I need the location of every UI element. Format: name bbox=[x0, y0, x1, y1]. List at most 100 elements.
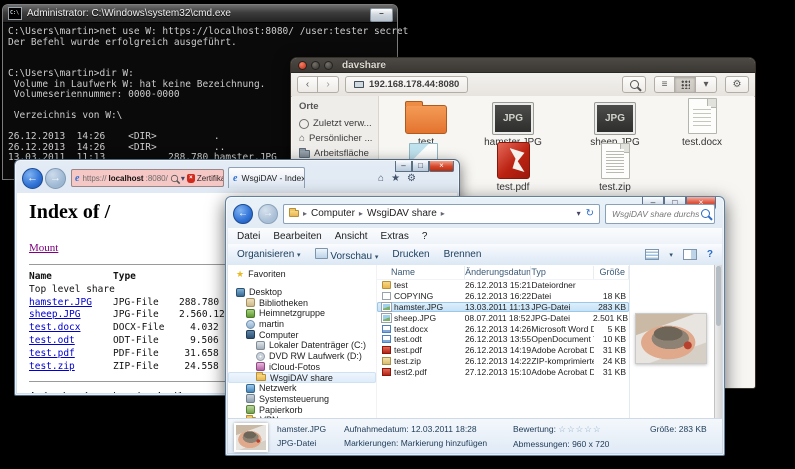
menu-datei[interactable]: Datei bbox=[237, 231, 260, 242]
table-row[interactable]: test.docx26.12.2013 14:26Microsoft Word … bbox=[377, 323, 629, 334]
table-row[interactable]: test26.12.2013 15:21Dateiordner bbox=[377, 280, 629, 291]
file-item-test-pdf[interactable]: test.pdf bbox=[470, 143, 556, 193]
grid-view-button[interactable] bbox=[675, 76, 696, 93]
file-link[interactable]: sheep.JPG bbox=[29, 309, 80, 320]
search-icon[interactable] bbox=[171, 174, 178, 181]
table-row-selected[interactable]: hamster.JPG13.03.2011 11:13JPG-Datei283 … bbox=[377, 302, 629, 313]
tree-item-systemsteuerung[interactable]: Systemsteuerung bbox=[228, 394, 376, 405]
menu-extras[interactable]: Extras bbox=[381, 231, 409, 242]
photos-icon bbox=[256, 362, 265, 371]
file-item-hamster-jpg[interactable]: JPG hamster.JPG bbox=[470, 98, 556, 148]
window-minimize-icon[interactable] bbox=[311, 61, 320, 70]
window-minimize-button[interactable]: – bbox=[395, 161, 412, 172]
tree-item-icloud-fotos[interactable]: iCloud-Fotos bbox=[228, 362, 376, 373]
chevron-down-icon[interactable]: ▾ bbox=[669, 251, 673, 259]
certificate-error-text[interactable]: Zertifikatfe... bbox=[197, 174, 224, 183]
settings-button[interactable]: ⚙ bbox=[725, 76, 749, 93]
file-item-test-docx[interactable]: test.docx bbox=[659, 98, 745, 148]
location-bar[interactable]: 192.168.178.44:8080 bbox=[345, 76, 468, 93]
home-icon[interactable]: ⌂ bbox=[378, 173, 384, 184]
search-input[interactable] bbox=[610, 208, 701, 220]
tree-item-lokaler-datentraeger[interactable]: Lokaler Datenträger (C:) bbox=[228, 340, 376, 351]
details-tags[interactable]: Markierungen: Markierung hinzufügen bbox=[344, 438, 504, 448]
sidebar-item-home[interactable]: ⌂ Persönlicher ... bbox=[292, 131, 378, 146]
favorites-star-icon[interactable]: ★ bbox=[391, 173, 400, 184]
back-button[interactable]: ‹ bbox=[297, 76, 318, 93]
address-dropdown-icon[interactable]: ▾ bbox=[577, 209, 581, 218]
davshare-titlebar[interactable]: davshare bbox=[291, 58, 755, 73]
forward-button[interactable]: → bbox=[258, 204, 278, 224]
cmd-minimize-button[interactable]: – bbox=[370, 8, 393, 22]
organisieren-button[interactable]: Organisieren ▾ bbox=[237, 249, 301, 260]
scrollbar-thumb[interactable] bbox=[716, 266, 721, 326]
crumb-separator: ▸ bbox=[359, 209, 363, 218]
window-close-icon[interactable] bbox=[298, 61, 307, 70]
forward-button[interactable]: › bbox=[318, 76, 339, 93]
url-scheme: https:// bbox=[82, 174, 106, 183]
preview-icon bbox=[315, 248, 328, 259]
table-row[interactable]: test2.pdf27.12.2013 15:10Adobe Acrobat D… bbox=[377, 366, 629, 377]
cmd-titlebar[interactable]: Administrator: C:\Windows\system32\cmd.e… bbox=[3, 5, 397, 23]
breadcrumb-computer[interactable]: Computer bbox=[311, 208, 355, 219]
back-button[interactable]: ← bbox=[233, 204, 253, 224]
menu-ansicht[interactable]: Ansicht bbox=[335, 231, 368, 242]
change-view-icon[interactable] bbox=[645, 249, 659, 260]
mount-link[interactable]: Mount bbox=[29, 242, 58, 254]
tree-item-wsgidav-share[interactable]: WsgiDAV share bbox=[228, 372, 376, 383]
tree-item-heimnetzgruppe[interactable]: Heimnetzgruppe bbox=[228, 308, 376, 319]
menu-bearbeiten[interactable]: Bearbeiten bbox=[273, 231, 321, 242]
file-item-test[interactable]: test bbox=[383, 98, 469, 148]
tree-item-bibliotheken[interactable]: Bibliotheken bbox=[228, 297, 376, 308]
brennen-button[interactable]: Brennen bbox=[444, 249, 482, 260]
file-link[interactable]: test.odt bbox=[29, 335, 75, 346]
breadcrumb-address-bar[interactable]: ▸ Computer ▸ WsgiDAV share ▸ ▾ ↻ bbox=[283, 204, 600, 224]
view-options-dropdown[interactable]: ▾ bbox=[696, 76, 717, 93]
sidebar-item-recent[interactable]: Zuletzt verw... bbox=[292, 116, 378, 131]
refresh-icon[interactable]: ↻ bbox=[586, 208, 594, 219]
file-link[interactable]: test.zip bbox=[29, 361, 75, 372]
window-maximize-icon[interactable] bbox=[324, 61, 333, 70]
file-link[interactable]: test.docx bbox=[29, 322, 80, 333]
drucken-button[interactable]: Drucken bbox=[392, 249, 429, 260]
help-icon[interactable]: ? bbox=[707, 249, 713, 260]
search-button[interactable] bbox=[622, 76, 646, 93]
window-close-button[interactable]: × bbox=[429, 161, 454, 172]
column-header-size[interactable]: Größe bbox=[594, 266, 629, 279]
tree-item-desktop[interactable]: Desktop bbox=[228, 287, 376, 298]
column-header-date[interactable]: Änderungsdatum bbox=[465, 266, 531, 279]
rating-stars-icon[interactable]: ☆☆☆☆☆ bbox=[558, 424, 601, 434]
home-icon: ⌂ bbox=[299, 135, 305, 143]
table-row[interactable]: test.pdf26.12.2013 14:19Adobe Acrobat D.… bbox=[377, 345, 629, 356]
browser-back-button[interactable]: ← bbox=[22, 168, 43, 189]
table-row[interactable]: test.odt26.12.2013 13:55OpenDocument T..… bbox=[377, 334, 629, 345]
tools-gear-icon[interactable]: ⚙ bbox=[407, 173, 416, 184]
tree-item-papierkorb[interactable]: Papierkorb bbox=[228, 404, 376, 415]
odt-file-icon bbox=[382, 335, 391, 343]
preview-pane-toggle-icon[interactable] bbox=[683, 249, 697, 260]
browser-forward-button[interactable]: → bbox=[45, 168, 66, 189]
column-header-name[interactable]: Name bbox=[377, 266, 465, 279]
tree-item-dvd-laufwerk[interactable]: DVD RW Laufwerk (D:) bbox=[228, 351, 376, 362]
browser-tab[interactable]: e WsgiDAV - Index of / × bbox=[228, 167, 305, 188]
menu-hilfe[interactable]: ? bbox=[422, 231, 428, 242]
chevron-down-icon[interactable]: ▾ bbox=[181, 174, 185, 183]
tree-item-netzwerk[interactable]: Netzwerk bbox=[228, 383, 376, 394]
file-item-sheep-jpg[interactable]: JPG sheep.JPG bbox=[572, 98, 658, 148]
vertical-scrollbar[interactable] bbox=[714, 265, 722, 418]
tree-item-computer[interactable]: Computer bbox=[228, 329, 376, 340]
search-box[interactable] bbox=[605, 204, 715, 224]
address-bar[interactable]: e https://localhost:8080/ ▾ × Zertifikat… bbox=[71, 169, 224, 187]
vorschau-button[interactable]: Vorschau ▾ bbox=[315, 248, 379, 262]
list-view-button[interactable]: ≡ bbox=[654, 76, 675, 93]
column-header-type[interactable]: Typ bbox=[531, 266, 593, 279]
breadcrumb-wsgidav-share[interactable]: WsgiDAV share bbox=[367, 208, 437, 219]
file-link[interactable]: hamster.JPG bbox=[29, 297, 92, 308]
window-maximize-button[interactable]: □ bbox=[412, 161, 429, 172]
table-row[interactable]: sheep.JPG08.07.2011 18:52JPG-Datei2.501 … bbox=[377, 312, 629, 323]
tree-item-martin[interactable]: martin bbox=[228, 319, 376, 330]
table-row[interactable]: test.zip26.12.2013 14:22ZIP-komprimierte… bbox=[377, 356, 629, 367]
file-link[interactable]: test.pdf bbox=[29, 348, 75, 359]
table-row[interactable]: COPYING26.12.2013 16:22Datei18 KB bbox=[377, 291, 629, 302]
file-item-test-zip[interactable]: test.zip bbox=[572, 143, 658, 193]
tree-item-favoriten[interactable]: ★Favoriten bbox=[228, 269, 376, 280]
